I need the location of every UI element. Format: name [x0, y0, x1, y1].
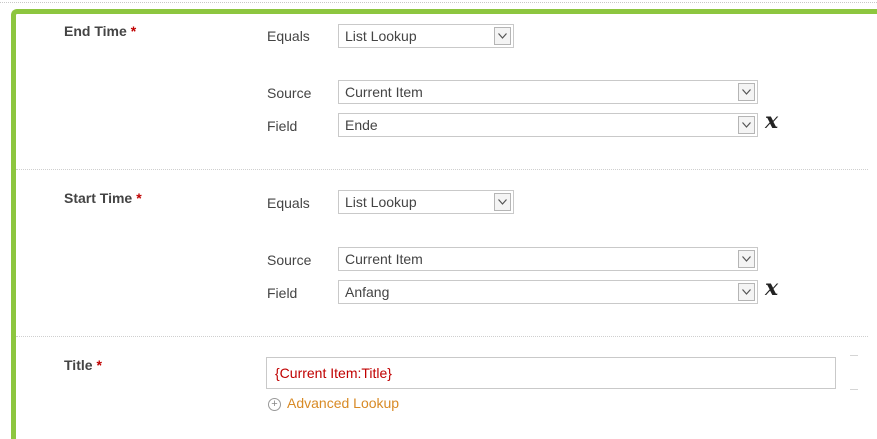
remove-icon[interactable]: x [765, 275, 778, 301]
start-time-equals-label: Equals [267, 195, 310, 211]
end-time-source-select[interactable]: Current Item [338, 80, 758, 104]
end-time-source-label: Source [267, 85, 312, 101]
remove-icon[interactable]: x [765, 108, 778, 134]
chevron-down-icon[interactable] [738, 116, 755, 134]
end-time-field-label: Field [267, 118, 298, 134]
end-time-field-select[interactable]: Ende [338, 113, 758, 137]
start-time-source-select[interactable]: Current Item [338, 247, 758, 271]
end-time-label: End Time * [64, 23, 136, 39]
advanced-lookup-link[interactable]: + Advanced Lookup [268, 395, 399, 411]
start-time-source-label: Source [267, 252, 312, 268]
end-time-source-value: Current Item [345, 84, 423, 100]
start-time-equals-select[interactable]: List Lookup [338, 190, 514, 214]
resize-tick [850, 389, 858, 390]
advanced-lookup-label: Advanced Lookup [287, 395, 400, 411]
top-divider [0, 2, 877, 3]
title-label-text: Title [64, 357, 93, 373]
start-time-field-value: Anfang [345, 284, 390, 300]
chevron-down-icon[interactable] [494, 193, 511, 211]
chevron-down-icon[interactable] [738, 283, 755, 301]
required-marker: * [96, 357, 102, 373]
start-time-label: Start Time * [64, 190, 142, 206]
title-label: Title * [64, 357, 102, 373]
required-marker: * [136, 190, 142, 206]
end-time-label-text: End Time [64, 23, 127, 39]
required-marker: * [130, 23, 137, 39]
start-time-equals-value: List Lookup [345, 194, 417, 210]
chevron-down-icon[interactable] [494, 27, 511, 45]
start-time-field-label: Field [267, 285, 298, 301]
end-time-equals-label: Equals [267, 28, 310, 44]
start-time-field-select[interactable]: Anfang [338, 280, 758, 304]
resize-tick [850, 355, 858, 356]
chevron-down-icon[interactable] [738, 83, 755, 101]
section-divider [16, 169, 868, 170]
plus-circle-icon: + [268, 398, 281, 411]
start-time-label-text: Start Time [64, 190, 133, 206]
end-time-equals-select[interactable]: List Lookup [338, 24, 514, 48]
section-divider [16, 336, 868, 337]
chevron-down-icon[interactable] [738, 250, 755, 268]
start-time-source-value: Current Item [345, 251, 423, 267]
end-time-equals-value: List Lookup [345, 28, 417, 44]
title-input[interactable]: {Current Item:Title} [266, 357, 836, 389]
end-time-field-value: Ende [345, 117, 378, 133]
